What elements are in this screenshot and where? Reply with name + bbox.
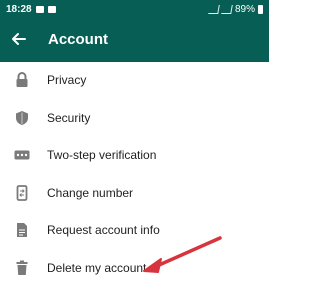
account-menu-list: Privacy Security Two-step verification C… xyxy=(0,62,269,287)
app-bar: Account xyxy=(0,20,269,62)
status-time: 18:28 xyxy=(6,4,32,15)
menu-item-label: Delete my account xyxy=(47,260,147,275)
menu-item-two-step-verification[interactable]: Two-step verification xyxy=(0,137,269,175)
shield-icon xyxy=(14,110,30,126)
menu-item-label: Change number xyxy=(47,185,134,200)
wifi-icon xyxy=(208,5,220,14)
menu-item-label: Privacy xyxy=(47,73,87,87)
battery-icon xyxy=(258,5,263,14)
gallery-notification-icon xyxy=(35,6,44,13)
menu-item-request-account-info[interactable]: Request account info xyxy=(0,212,269,250)
signal-icon xyxy=(221,5,233,14)
menu-item-privacy[interactable]: Privacy xyxy=(0,62,269,100)
menu-item-label: Security xyxy=(47,110,91,125)
lock-icon xyxy=(14,72,30,88)
menu-item-label: Two-step verification xyxy=(47,148,157,162)
menu-item-change-number[interactable]: Change number xyxy=(0,175,269,213)
app-notification-icon xyxy=(47,6,56,13)
menu-item-security[interactable]: Security xyxy=(0,100,269,138)
arrow-left-icon[interactable] xyxy=(8,28,30,50)
phone-swap-icon xyxy=(14,184,30,201)
trash-icon xyxy=(14,260,30,276)
document-icon xyxy=(14,222,30,238)
dots-icon xyxy=(14,147,30,163)
battery-percent: 89% xyxy=(234,4,255,15)
page-title: Account xyxy=(48,31,108,48)
status-bar: 18:28 89% xyxy=(0,0,269,20)
menu-item-label: Request account info xyxy=(47,223,160,237)
menu-item-delete-my-account[interactable]: Delete my account xyxy=(0,250,269,288)
